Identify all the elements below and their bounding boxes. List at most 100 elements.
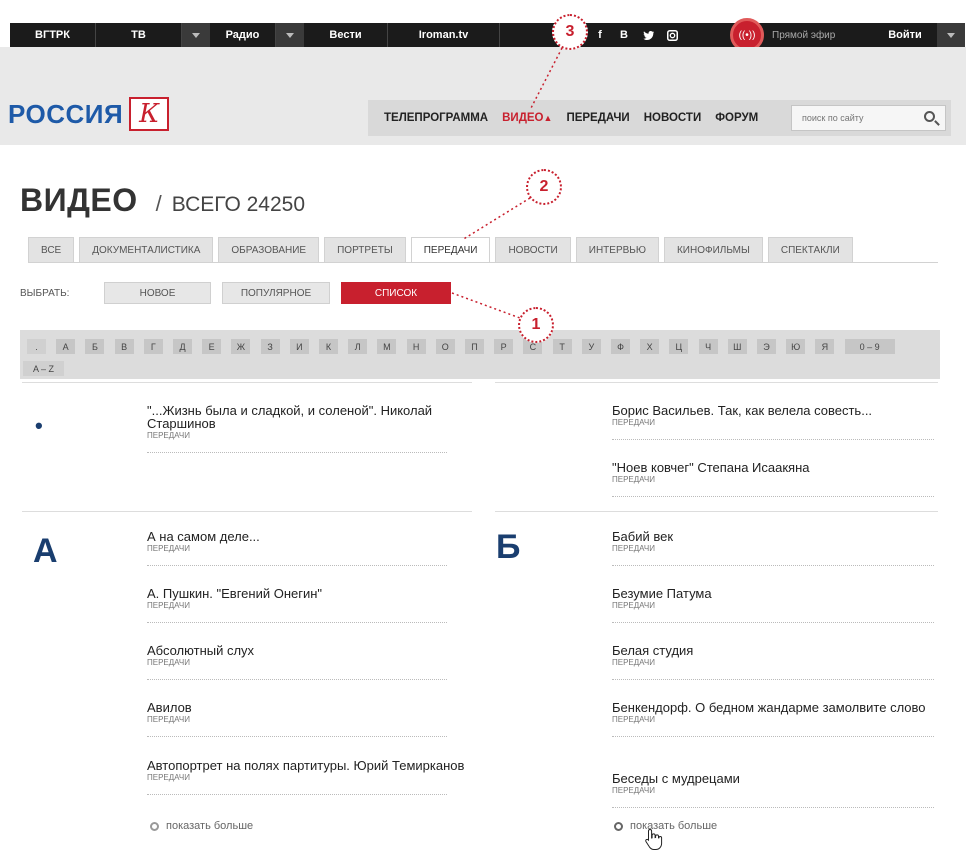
tab-performances[interactable]: СПЕКТАКЛИ [767, 237, 853, 263]
tab-programs[interactable]: ПЕРЕДАЧИ [410, 237, 491, 263]
filter-new-button[interactable]: НОВОЕ [104, 282, 211, 304]
section-divider [22, 511, 472, 512]
instagram-icon[interactable] [660, 23, 684, 47]
list-item[interactable]: А. Пушкин. "Евгений Онегин" ПЕРЕДАЧИ [147, 587, 467, 623]
item-divider [147, 452, 447, 453]
filter-popular-button[interactable]: ПОПУЛЯРНОЕ [222, 282, 330, 304]
alphabet-key[interactable]: М [377, 339, 397, 354]
alphabet-key[interactable]: 0 – 9 [844, 339, 895, 354]
circle-icon [150, 821, 159, 831]
twitter-icon[interactable] [636, 23, 660, 47]
list-item[interactable]: А на самом деле... ПЕРЕДАЧИ [147, 530, 467, 566]
alphabet-key[interactable]: О [435, 339, 455, 354]
nav-item-forum[interactable]: ФОРУМ [715, 112, 758, 124]
topbar-tv-link[interactable]: ТВ [96, 23, 182, 47]
alphabet-bar: .АБВГДЕЖЗИКЛМНОПРСТУФХЦЧШЭЮЯ0 – 9A – Z [20, 330, 940, 379]
topbar-vesti-link[interactable]: Вести [304, 23, 388, 47]
list-item[interactable]: Бенкендорф. О бедном жандарме замолвите … [612, 701, 934, 737]
list-item[interactable]: "...Жизнь была и сладкой, и соленой". Ни… [147, 404, 467, 453]
alphabet-key[interactable]: И [289, 339, 309, 354]
tab-news[interactable]: НОВОСТИ [495, 237, 571, 263]
list-item[interactable]: Автопортрет на полях партитуры. Юрий Тем… [147, 759, 467, 795]
search-input[interactable] [802, 113, 912, 123]
list-item-title: "...Жизнь была и сладкой, и соленой". Ни… [147, 403, 433, 431]
alphabet-key[interactable]: Б [85, 339, 105, 354]
section-divider [495, 511, 938, 512]
list-item[interactable]: Борис Васильев. Так, как велела совесть.… [612, 404, 934, 440]
alphabet-key[interactable]: З [260, 339, 280, 354]
item-divider [612, 496, 934, 497]
item-divider [612, 807, 934, 808]
filter-list-button[interactable]: СПИСОК [341, 282, 451, 304]
topbar-vgtrk-link[interactable]: ВГТРК [10, 23, 96, 47]
list-item-title: Авилов [147, 700, 192, 715]
topbar-radio-link[interactable]: Радио [210, 23, 276, 47]
alphabet-key[interactable]: А [56, 339, 76, 354]
top-bar: ВГТРК ТВ Радио Вести Iroman.tv f В ((•))… [10, 18, 965, 52]
tab-all[interactable]: ВСЕ [28, 237, 75, 263]
list-item[interactable]: Беседы с мудрецами ПЕРЕДАЧИ [612, 772, 934, 808]
alphabet-key[interactable]: Н [406, 339, 426, 354]
list-item[interactable]: Абсолютный слух ПЕРЕДАЧИ [147, 644, 467, 680]
tab-portraits[interactable]: ПОРТРЕТЫ [324, 237, 406, 263]
alphabet-key[interactable]: П [465, 339, 484, 354]
alphabet-key[interactable]: В [114, 339, 134, 354]
item-divider [612, 679, 934, 680]
alphabet-key[interactable]: Ю [786, 339, 806, 354]
tab-films[interactable]: КИНОФИЛЬМЫ [663, 237, 763, 263]
alphabet-key[interactable]: A – Z [23, 361, 64, 376]
vk-icon[interactable]: В [612, 23, 636, 47]
chevron-down-icon [947, 32, 955, 38]
alphabet-key[interactable]: Т [552, 339, 572, 354]
alphabet-key[interactable]: Ф [611, 339, 630, 354]
list-item-title: "Ноев ковчег" Степана Исаакяна [612, 460, 810, 475]
show-more-b-link[interactable]: показать больше [614, 820, 717, 832]
alphabet-key[interactable]: Х [640, 339, 660, 354]
show-more-a-link[interactable]: показать больше [150, 820, 253, 832]
alphabet-key[interactable]: Д [173, 339, 192, 354]
alphabet-key[interactable]: Л [348, 339, 368, 354]
video-count: ВСЕГО 24250 [171, 193, 306, 216]
search-icon[interactable] [924, 111, 935, 122]
login-dropdown-toggle[interactable] [937, 23, 965, 47]
list-item-category: ПЕРЕДАЧИ [147, 601, 190, 610]
alphabet-key[interactable]: К [319, 339, 338, 354]
list-item-category: ПЕРЕДАЧИ [147, 773, 190, 782]
alphabet-key[interactable]: Э [757, 339, 776, 354]
list-item[interactable]: Безумие Патума ПЕРЕДАЧИ [612, 587, 934, 623]
nav-item-tvprogram[interactable]: ТЕЛЕПРОГРАММА [384, 112, 488, 124]
alphabet-key[interactable]: Я [815, 339, 835, 354]
radio-dropdown-toggle[interactable] [276, 23, 304, 47]
alphabet-key[interactable]: Ц [669, 339, 689, 354]
annotation-marker-1: 1 [518, 307, 554, 343]
alphabet-key[interactable]: . [27, 339, 46, 354]
tab-education[interactable]: ОБРАЗОВАНИЕ [218, 237, 320, 263]
alphabet-key[interactable]: Г [143, 339, 163, 354]
tv-dropdown-toggle[interactable] [182, 23, 210, 47]
item-divider [147, 794, 447, 795]
nav-item-programs[interactable]: ПЕРЕДАЧИ [566, 112, 629, 124]
alphabet-key[interactable]: Ч [698, 339, 718, 354]
live-broadcast-link[interactable]: Прямой эфир [772, 23, 835, 47]
topbar-iroman-link[interactable]: Iroman.tv [388, 23, 500, 47]
list-item-category: ПЕРЕДАЧИ [612, 601, 655, 610]
login-button[interactable]: Войти [880, 23, 930, 47]
list-item[interactable]: Бабий век ПЕРЕДАЧИ [612, 530, 934, 566]
site-logo[interactable]: РОССИЯ К [8, 97, 170, 131]
list-item[interactable]: Белая студия ПЕРЕДАЧИ [612, 644, 934, 680]
tab-documentary[interactable]: ДОКУМЕНТАЛИСТИКА [79, 237, 214, 263]
alphabet-key[interactable]: У [581, 339, 601, 354]
title-separator: / [155, 191, 162, 216]
nav-item-news[interactable]: НОВОСТИ [644, 112, 702, 124]
alphabet-key[interactable]: Ш [727, 339, 747, 354]
facebook-icon[interactable]: f [588, 23, 612, 47]
list-item-category: ПЕРЕДАЧИ [612, 475, 655, 484]
section-divider [495, 382, 938, 383]
list-item[interactable]: Авилов ПЕРЕДАЧИ [147, 701, 467, 737]
list-item[interactable]: "Ноев ковчег" Степана Исаакяна ПЕРЕДАЧИ [612, 460, 934, 497]
alphabet-key[interactable]: Р [494, 339, 514, 354]
alphabet-key[interactable]: Ж [231, 339, 251, 354]
tab-interviews[interactable]: ИНТЕРВЬЮ [575, 237, 659, 263]
nav-item-video[interactable]: ВИДЕО▲ [502, 112, 552, 124]
alphabet-key[interactable]: Е [202, 339, 222, 354]
